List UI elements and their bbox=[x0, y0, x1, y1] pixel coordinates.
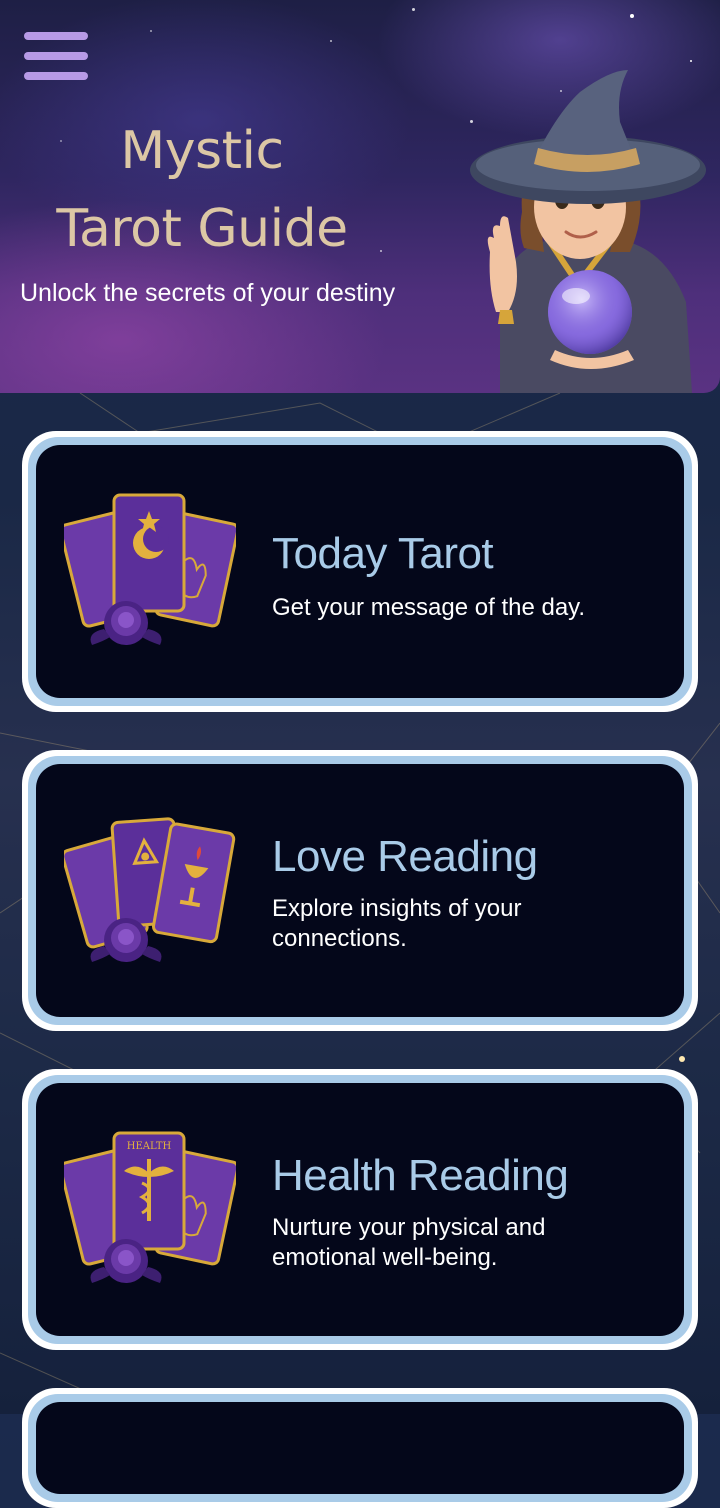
tagline: Unlock the secrets of your destiny bbox=[20, 279, 396, 307]
card-title: Health Reading bbox=[272, 1151, 569, 1200]
app-title: Mystic Tarot Guide bbox=[22, 112, 382, 268]
menu-button[interactable] bbox=[24, 32, 90, 82]
svg-text:HEALTH: HEALTH bbox=[127, 1141, 172, 1152]
today-tarot-card[interactable]: Today Tarot Get your message of the day. bbox=[22, 431, 698, 712]
tarot-cards-rose-icon: HEALTH bbox=[64, 1131, 236, 1283]
title-line-2: Tarot Guide bbox=[56, 199, 348, 259]
tarot-cards-rose-icon bbox=[64, 817, 236, 962]
tarot-cards-rose-icon bbox=[64, 493, 236, 645]
card-title: Today Tarot bbox=[272, 529, 494, 578]
hamburger-menu-icon bbox=[24, 32, 88, 40]
card-description: Nurture your physical and emotional well… bbox=[272, 1214, 546, 1271]
app-header: Mystic Tarot Guide Unlock the secrets of… bbox=[0, 0, 720, 393]
title-line-1: Mystic bbox=[120, 121, 284, 181]
health-reading-card[interactable]: HEALTH Health Reading Nurture your physi… bbox=[22, 1069, 698, 1350]
card-description: Explore insights of your connections. bbox=[272, 895, 522, 952]
next-reading-card[interactable] bbox=[22, 1388, 698, 1508]
card-description: Get your message of the day. bbox=[272, 594, 586, 621]
card-title: Love Reading bbox=[272, 832, 538, 881]
wizard-mascot-icon bbox=[470, 70, 706, 393]
love-reading-card[interactable]: Love Reading Explore insights of your co… bbox=[22, 750, 698, 1031]
